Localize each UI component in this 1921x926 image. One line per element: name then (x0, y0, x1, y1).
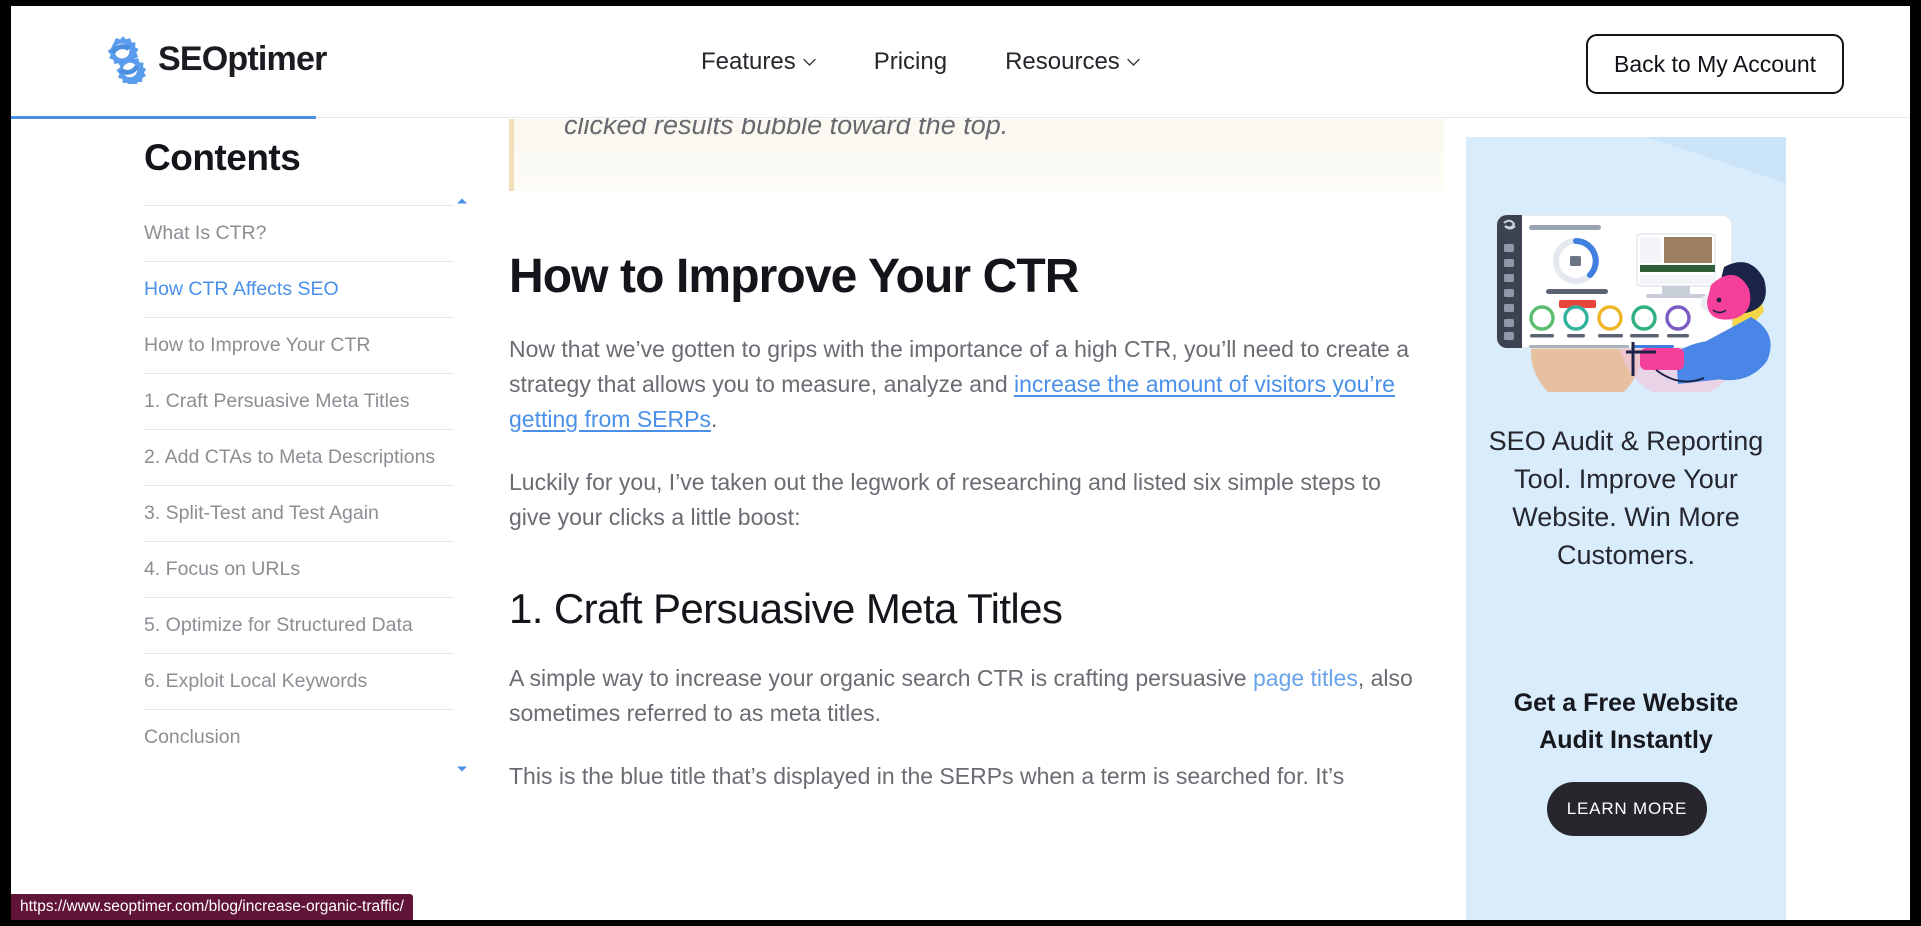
contents-heading: Contents (144, 137, 301, 178)
link-page-titles[interactable]: page titles (1253, 665, 1358, 691)
back-to-my-account-button[interactable]: Back to My Account (1586, 34, 1844, 94)
toc-item-label: How CTR Affects SEO (144, 278, 339, 300)
logo-wordmark: SEOptimer (158, 39, 327, 78)
paragraph-blue-title: This is the blue title that’s displayed … (509, 763, 1345, 789)
paragraph-meta-titles: A simple way to increase your organic se… (509, 661, 1424, 731)
status-bar-url: https://www.seoptimer.com/blog/increase-… (11, 894, 413, 920)
reading-progress-bar (11, 116, 316, 119)
toc-list: What Is CTR? How CTR Affects SEO How to … (144, 198, 467, 772)
paragraph-text: . (710, 406, 718, 432)
toc-item-conclusion[interactable]: Conclusion (144, 709, 454, 765)
table-of-contents-sidebar: Contents What Is CTR? How CTR Affects SE… (11, 119, 489, 920)
toc-item-craft-persuasive-meta-titles[interactable]: 1. Craft Persuasive Meta Titles (144, 373, 454, 429)
nav-item-pricing[interactable]: Pricing (874, 48, 947, 76)
nav-item-label: Pricing (873, 48, 948, 75)
browser-viewport: SEOptimer Features Pricing Resources Bac… (11, 6, 1910, 920)
chevron-down-icon (803, 58, 816, 66)
chevron-down-icon (1127, 58, 1140, 66)
toc-item-exploit-local-keywords[interactable]: 6. Exploit Local Keywords (144, 653, 454, 709)
main-navigation: Features Pricing Resources (701, 6, 1140, 118)
toc-item-label: What Is CTR? (144, 222, 267, 244)
paragraph-six-steps: Luckily for you, I’ve taken out the legw… (509, 469, 1381, 530)
nav-item-label: Resources (1005, 48, 1120, 75)
toc-item-label: 4. Focus on URLs (144, 558, 301, 580)
article-content: clicked results bubble toward the top. H… (489, 110, 1444, 920)
site-header: SEOptimer Features Pricing Resources Bac… (11, 6, 1910, 119)
toc-item-what-is-ctr[interactable]: What Is CTR? (144, 205, 454, 261)
caret-up-icon[interactable] (454, 196, 470, 206)
pull-quote: clicked results bubble toward the top. (509, 110, 1444, 191)
nav-item-features[interactable]: Features (701, 48, 816, 76)
seo-audit-dashboard-illustration-icon (1466, 137, 1786, 392)
toc-item-focus-on-urls[interactable]: 4. Focus on URLs (144, 541, 454, 597)
toc-item-how-ctr-affects-seo[interactable]: How CTR Affects SEO (144, 261, 454, 317)
sidebar-ad[interactable]: SEO Audit & Reporting Tool. Improve Your… (1466, 137, 1786, 920)
toc-item-split-test-and-test-again[interactable]: 3. Split-Test and Test Again (144, 485, 454, 541)
toc-item-how-to-improve-your-ctr[interactable]: How to Improve Your CTR (144, 317, 454, 373)
seoptimer-gear-logo-icon (107, 36, 147, 84)
account-button-label: Back to My Account (1614, 50, 1816, 77)
ad-subheadline: Get a Free Website Audit Instantly (1513, 689, 1739, 754)
nav-item-label: Features (701, 48, 796, 75)
ad-cta-label: LEARN MORE (1566, 799, 1688, 818)
heading-craft-persuasive-meta-titles: 1. Craft Persuasive Meta Titles (509, 585, 1063, 632)
paragraph-text: A simple way to increase your organic se… (509, 665, 1253, 691)
caret-down-icon[interactable] (454, 764, 470, 774)
paragraph-intro: Now that we’ve gotten to grips with the … (509, 332, 1424, 437)
toc-item-label: 6. Exploit Local Keywords (144, 670, 368, 692)
ad-headline: SEO Audit & Reporting Tool. Improve Your… (1488, 426, 1764, 570)
toc-item-label: 3. Split-Test and Test Again (144, 502, 379, 524)
toc-item-label: Conclusion (144, 726, 241, 748)
ad-learn-more-button[interactable]: LEARN MORE (1547, 782, 1707, 836)
site-logo[interactable]: SEOptimer (99, 34, 327, 84)
toc-item-add-ctas-to-meta-descriptions[interactable]: 2. Add CTAs to Meta Descriptions (144, 429, 454, 485)
toc-item-label: 5. Optimize for Structured Data (144, 614, 413, 636)
toc-item-optimize-for-structured-data[interactable]: 5. Optimize for Structured Data (144, 597, 454, 653)
nav-item-resources[interactable]: Resources (1005, 48, 1140, 76)
toc-item-label: How to Improve Your CTR (144, 334, 371, 356)
toc-item-label: 1. Craft Persuasive Meta Titles (144, 390, 410, 412)
toc-item-label: 2. Add CTAs to Meta Descriptions (144, 446, 436, 468)
heading-how-to-improve-your-ctr: How to Improve Your CTR (509, 250, 1079, 303)
